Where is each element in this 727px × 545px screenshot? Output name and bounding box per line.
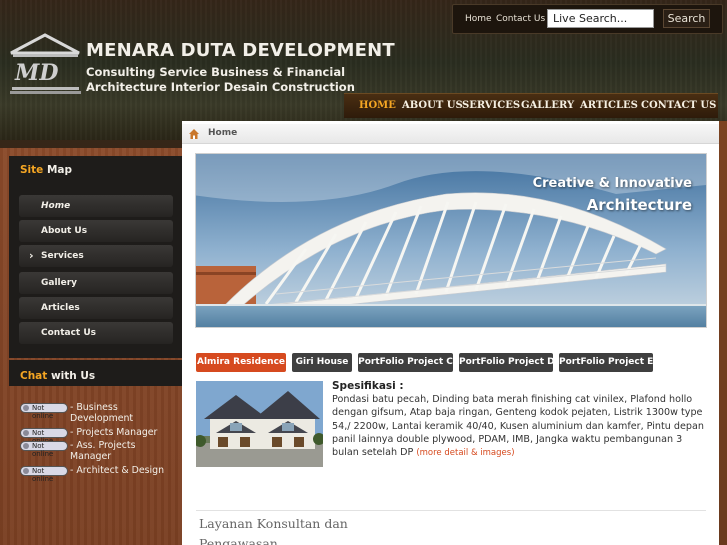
chat-contact-label: - Architect & Design xyxy=(70,465,165,476)
sidebar-item-gallery[interactable]: Gallery xyxy=(19,272,173,294)
nav-item-about[interactable]: ABOUT US xyxy=(402,100,463,111)
chat-heading-accent: Chat xyxy=(20,370,48,382)
hero-banner: Creative & Innovative Architecture xyxy=(195,153,707,328)
section-divider xyxy=(196,510,706,511)
sitemap-heading: Site Map xyxy=(20,164,72,176)
main-nav: HOME ABOUT US SERVICES GALLERY ARTICLES … xyxy=(344,93,718,118)
chat-heading: Chat with Us xyxy=(20,370,95,382)
top-link-contact[interactable]: Contact Us xyxy=(496,14,545,24)
sidebar-item-articles[interactable]: Articles xyxy=(19,297,173,319)
building-columns-logo[interactable]: MD xyxy=(9,33,82,96)
search-input[interactable] xyxy=(547,9,654,28)
top-utility-bar: Home Contact Us Search xyxy=(452,4,723,34)
status-badge: Not online xyxy=(20,466,68,483)
sidebar-item-label: Gallery xyxy=(41,278,78,288)
chat-contact-row[interactable]: Not online- Business Development xyxy=(20,402,180,424)
chat-contact-row[interactable]: Not online- Ass. Projects Manager xyxy=(20,440,180,462)
sidebar-item-about[interactable]: About Us xyxy=(19,220,173,242)
right-wood-strip xyxy=(719,121,727,545)
breadcrumb-label[interactable]: Home xyxy=(208,128,237,138)
sidebar-item-label: Contact Us xyxy=(41,328,97,338)
site-header: Home Contact Us Search MD MENARA DUTA DE… xyxy=(0,0,727,140)
spec-heading: Spesifikasi : xyxy=(332,380,404,392)
svg-text:MD: MD xyxy=(14,60,58,86)
breadcrumb: Home xyxy=(182,124,719,144)
tab-portfolio-c[interactable]: PortFolio Project C xyxy=(358,353,453,372)
nav-item-contact[interactable]: CONTACT US xyxy=(641,100,716,111)
status-badge: Not online xyxy=(20,428,68,445)
more-detail-link[interactable]: (more detail & images) xyxy=(416,448,514,458)
spec-text: Pondasi batu pecah, Dinding bata merah f… xyxy=(332,394,704,459)
chat-contact-row[interactable]: Not online- Projects Manager xyxy=(20,427,180,445)
sidebar-item-label: Home xyxy=(41,201,71,211)
tab-portfolio-e[interactable]: PortFolio Project E xyxy=(559,353,653,372)
sidebar-item-label: About Us xyxy=(41,226,88,236)
sidebar-item-home[interactable]: Home xyxy=(19,195,173,217)
section-title: Layanan Konsultan dan Pengawasan xyxy=(199,516,348,545)
search-button[interactable]: Search xyxy=(663,9,710,28)
nav-item-services[interactable]: SERVICES xyxy=(462,100,520,111)
nav-item-gallery[interactable]: GALLERY xyxy=(521,100,574,111)
sitemap-heading-rest: Map xyxy=(43,164,73,176)
chat-heading-rest: with Us xyxy=(47,370,96,382)
status-badge: Not online xyxy=(20,441,68,458)
brand-title: MENARA DUTA DEVELOPMENT xyxy=(86,40,395,61)
chat-contact-label: - Business Development xyxy=(70,402,134,424)
chat-contact-label: - Ass. Projects Manager xyxy=(70,440,136,462)
house-image xyxy=(196,381,323,467)
tab-almira-residence[interactable]: Almira Residence xyxy=(196,353,286,372)
chat-contact-row[interactable]: Not online- Architect & Design xyxy=(20,465,180,483)
sidebar-item-label: Services xyxy=(41,251,84,261)
sidebar: Site Map Home About Us › Services Gallery… xyxy=(0,148,182,545)
status-badge: Not online xyxy=(20,403,68,420)
tab-giri-house[interactable]: Giri House xyxy=(292,353,352,372)
chat-contact-label: - Projects Manager xyxy=(70,427,158,438)
sidebar-item-contact[interactable]: Contact Us xyxy=(19,322,173,344)
spec-description: Pondasi batu pecah, Dinding bata merah f… xyxy=(332,393,704,460)
banner-headline-1: Creative & Innovative xyxy=(532,176,692,191)
brand-subtitle-2: Architecture Interior Desain Constructio… xyxy=(86,80,355,94)
home-icon[interactable] xyxy=(188,128,200,140)
nav-item-articles[interactable]: ARTICLES xyxy=(580,100,638,111)
brand-subtitle-1: Consulting Service Business & Financial xyxy=(86,65,346,79)
house-thumbnail[interactable] xyxy=(196,381,323,467)
nav-item-home[interactable]: HOME xyxy=(359,100,396,111)
banner-headline-2: Architecture xyxy=(586,196,692,214)
chevron-right-icon: › xyxy=(29,249,34,262)
sidebar-item-label: Articles xyxy=(41,303,80,313)
top-link-home[interactable]: Home xyxy=(465,14,492,24)
sitemap-heading-accent: Site xyxy=(20,164,44,176)
sidebar-item-services[interactable]: › Services xyxy=(19,245,173,267)
tab-portfolio-d[interactable]: PortFolio Project D xyxy=(459,353,555,372)
